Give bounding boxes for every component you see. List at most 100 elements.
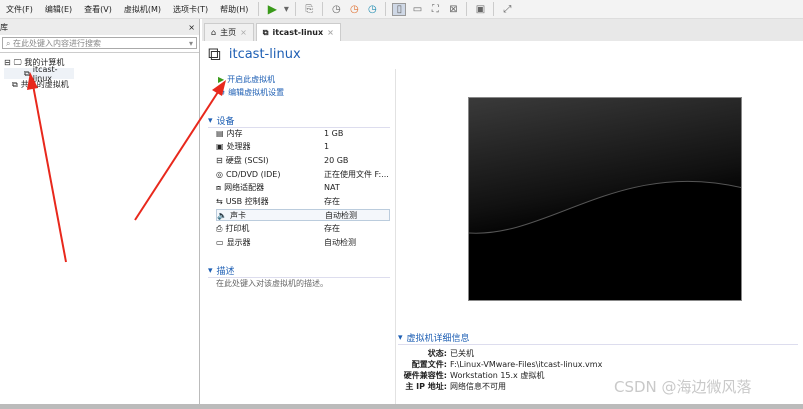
expand-icon: ▾: [208, 265, 213, 276]
memory-icon: ▤: [216, 128, 224, 138]
section-title: 设备: [216, 117, 235, 127]
detail-key: 主 IP 地址:: [405, 382, 447, 391]
library-search-input[interactable]: ⌕ 在此处键入内容进行搜索 ▾: [2, 37, 197, 49]
send-keys-icon[interactable]: ⎘: [302, 3, 316, 16]
play-icon: ▶: [218, 75, 225, 84]
tab-home[interactable]: ⌂ 主页 ×: [204, 23, 254, 41]
device-row[interactable]: ⇆ USB 控制器 存在: [216, 196, 390, 208]
device-value: NAT: [324, 183, 340, 193]
detail-value: 已关机: [450, 349, 474, 358]
close-library-icon[interactable]: ×: [188, 23, 195, 32]
power-on-icon[interactable]: ▶: [265, 2, 279, 16]
vm-screen-preview[interactable]: [468, 97, 742, 301]
device-name: 声卡: [229, 210, 246, 220]
edit-vm-settings-link[interactable]: ⚙ 编辑虚拟机设置: [218, 87, 284, 98]
device-row[interactable]: ▤ 内存 1 GB: [216, 127, 390, 139]
tree-item-itcast-linux[interactable]: ⧉ itcast-linux: [4, 65, 74, 83]
computer-icon: 🖵: [13, 57, 22, 67]
detail-key: 硬件兼容性:: [403, 371, 447, 380]
device-name: 内存: [226, 128, 243, 138]
menu-help[interactable]: 帮助(H): [214, 4, 254, 15]
fullscreen-icon[interactable]: ⛶: [428, 3, 442, 16]
thumbnail-view-icon[interactable]: ▭: [410, 3, 424, 16]
tree-label: 共享的虚拟机: [20, 80, 69, 89]
menu-view[interactable]: 查看(V): [78, 4, 118, 15]
home-icon: ⌂: [211, 28, 217, 37]
library-view-icon[interactable]: ▯: [392, 2, 407, 16]
expand-icon: ▾: [398, 332, 403, 343]
network-icon: ⧈: [216, 182, 222, 192]
search-placeholder: 在此处键入内容进行搜索: [13, 38, 102, 48]
console-icon[interactable]: ▣: [473, 3, 487, 16]
device-row[interactable]: 🔈 声卡 自动检测: [216, 209, 390, 222]
detail-value: Workstation 15.x 虚拟机: [450, 371, 545, 380]
detail-row: 状态: 已关机: [398, 348, 798, 359]
power-on-vm-link[interactable]: ▶ 开启此虚拟机: [218, 74, 275, 85]
horizontal-scrollbar[interactable]: [0, 404, 803, 409]
usb-icon: ⇆: [216, 197, 223, 206]
revert-snapshot-icon[interactable]: ◷: [347, 3, 361, 16]
device-value: 正在使用文件 F:...: [324, 169, 389, 179]
detail-row: 配置文件: F:\Linux-VMware-Files\itcast-linux.…: [398, 359, 798, 370]
detail-value: 网络信息不可用: [450, 382, 506, 391]
device-name: USB 控制器: [225, 197, 269, 206]
menu-tabs[interactable]: 选项卡(T): [167, 4, 214, 15]
device-value: 自动检测: [324, 238, 356, 248]
unity-icon[interactable]: ⊠: [446, 3, 460, 16]
power-dropdown-icon[interactable]: ▾: [283, 3, 289, 16]
vm-icon: ⧉: [24, 68, 30, 78]
tree-item-shared-vms[interactable]: ⧉ 共享的虚拟机: [4, 79, 195, 90]
menu-edit[interactable]: 编辑(E): [39, 4, 78, 15]
description-input[interactable]: 在此处键入对该虚拟机的描述。: [216, 278, 328, 289]
close-tab-icon[interactable]: ×: [327, 28, 334, 37]
printer-icon: ⎙: [216, 223, 223, 233]
settings-icon: ⚙: [218, 88, 226, 97]
device-name: 处理器: [226, 142, 251, 152]
menu-file[interactable]: 文件(F): [0, 4, 39, 15]
device-value: 20 GB: [324, 155, 349, 165]
close-tab-icon[interactable]: ×: [240, 28, 247, 37]
device-value: 存在: [324, 197, 340, 206]
library-title: 库: [0, 22, 8, 32]
devices-section-header[interactable]: ▾ 设备: [208, 114, 390, 128]
disk-icon: ⊟: [216, 155, 223, 165]
cd-icon: ◎: [216, 169, 223, 179]
search-dropdown-icon[interactable]: ▾: [189, 39, 193, 48]
display-icon: ▭: [216, 238, 224, 248]
library-panel: 库 × ⌕ 在此处键入内容进行搜索 ▾ ⊟ 🖵 我的计算机 ⧉ itcast-linux …: [0, 19, 200, 409]
detail-key: 状态:: [427, 349, 447, 358]
stretch-icon[interactable]: ⤢: [500, 3, 514, 16]
menu-vm[interactable]: 虚拟机(M): [118, 4, 167, 15]
tab-itcast-linux[interactable]: ⧉ itcast-linux ×: [255, 23, 341, 41]
device-name: 硬盘 (SCSI): [225, 155, 269, 165]
device-row[interactable]: ⎙ 打印机 存在: [216, 223, 390, 235]
action-label: 开启此虚拟机: [227, 75, 276, 84]
vm-large-icon: ⧉: [208, 44, 221, 65]
tab-label: itcast-linux: [272, 28, 324, 37]
detail-value: F:\Linux-VMware-Files\itcast-linux.vmx: [450, 360, 603, 369]
expand-icon: ▾: [208, 115, 213, 126]
device-row[interactable]: ⧈ 网络适配器 NAT: [216, 182, 390, 194]
device-row[interactable]: ▣ 处理器 1: [216, 141, 390, 153]
details-section-header[interactable]: ▾ 虚拟机详细信息: [398, 331, 798, 345]
section-title: 虚拟机详细信息: [406, 334, 470, 344]
shared-vm-icon: ⧉: [12, 79, 18, 89]
device-row[interactable]: ⊟ 硬盘 (SCSI) 20 GB: [216, 154, 390, 166]
description-section-header[interactable]: ▾ 描述: [208, 264, 390, 278]
device-row[interactable]: ▭ 显示器 自动检测: [216, 237, 390, 249]
menu-bar: 文件(F) 编辑(E) 查看(V) 虚拟机(M) 选项卡(T) 帮助(H) ▶ ▾…: [0, 0, 803, 19]
device-value: 存在: [324, 224, 340, 234]
section-title: 描述: [216, 267, 235, 277]
device-name: 网络适配器: [224, 183, 265, 193]
watermark: CSDN @海边微风落: [614, 378, 752, 396]
collapse-icon[interactable]: ⊟: [4, 58, 11, 67]
device-value: 1: [324, 142, 330, 152]
action-label: 编辑虚拟机设置: [228, 88, 285, 97]
snapshot-icon[interactable]: ◷: [329, 3, 343, 16]
device-name: 打印机: [225, 224, 250, 234]
device-value: 自动检测: [325, 210, 357, 220]
snapshot-manager-icon[interactable]: ◷: [365, 3, 379, 16]
device-row[interactable]: ◎ CD/DVD (IDE) 正在使用文件 F:...: [216, 168, 390, 180]
vm-icon: ⧉: [262, 27, 269, 37]
vm-panel: ⌂ 主页 × ⧉ itcast-linux × ⧉ itcast-linux ▶ 开启此虚拟…: [202, 19, 803, 409]
